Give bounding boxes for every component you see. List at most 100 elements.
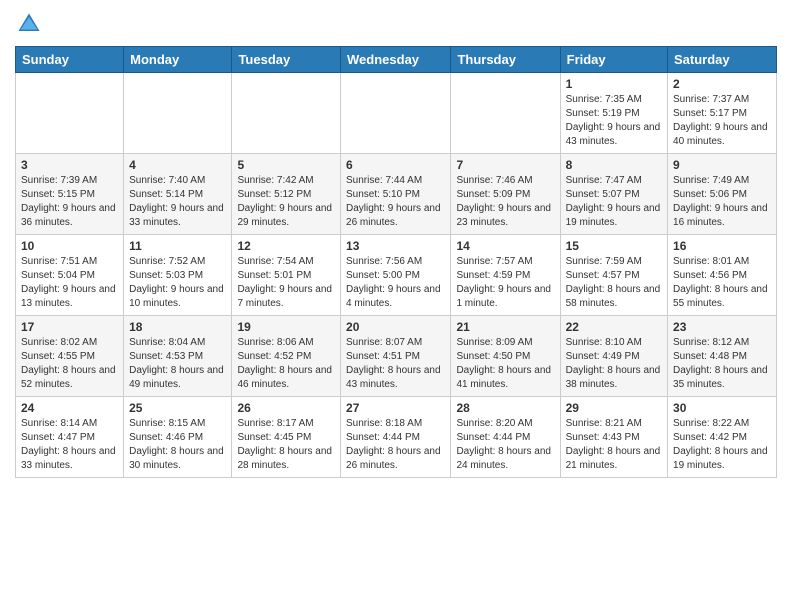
day-info: Sunrise: 7:52 AM Sunset: 5:03 PM Dayligh… [129, 255, 226, 311]
calendar-day-cell: 11 Sunrise: 7:52 AM Sunset: 5:03 PM Dayli… [124, 235, 232, 316]
day-number: 11 [129, 239, 226, 253]
day-number: 21 [456, 320, 554, 334]
day-of-week-header: Tuesday [232, 47, 341, 73]
calendar-day-cell: 14 Sunrise: 7:57 AM Sunset: 4:59 PM Dayli… [451, 235, 560, 316]
day-info: Sunrise: 7:46 AM Sunset: 5:09 PM Dayligh… [456, 174, 554, 230]
calendar-day-cell: 27 Sunrise: 8:18 AM Sunset: 4:44 PM Dayli… [341, 397, 451, 478]
day-number: 18 [129, 320, 226, 334]
header-row: SundayMondayTuesdayWednesdayThursdayFrid… [16, 47, 777, 73]
calendar-day-cell: 1 Sunrise: 7:35 AM Sunset: 5:19 PM Daylig… [560, 73, 667, 154]
calendar-day-cell: 15Sunrise: 7:59 AM Sunset: 4:57 PM Dayli… [560, 235, 667, 316]
calendar-day-cell: 22 Sunrise: 8:10 AM Sunset: 4:49 PM Dayli… [560, 316, 667, 397]
calendar-day-cell [124, 73, 232, 154]
calendar-day-cell: 10 Sunrise: 7:51 AM Sunset: 5:04 PM Dayli… [16, 235, 124, 316]
calendar-day-cell: 21 Sunrise: 8:09 AM Sunset: 4:50 PM Dayli… [451, 316, 560, 397]
day-of-week-header: Saturday [668, 47, 777, 73]
calendar-day-cell: 18Sunrise: 8:04 AM Sunset: 4:53 PM Dayli… [124, 316, 232, 397]
day-number: 2 [673, 77, 771, 91]
day-number: 7 [456, 158, 554, 172]
day-info: Sunrise: 7:54 AM Sunset: 5:01 PM Dayligh… [237, 255, 335, 311]
calendar: SundayMondayTuesdayWednesdayThursdayFrid… [15, 46, 777, 478]
day-number: 17 [21, 320, 118, 334]
calendar-header: SundayMondayTuesdayWednesdayThursdayFrid… [16, 47, 777, 73]
calendar-body: 1 Sunrise: 7:35 AM Sunset: 5:19 PM Daylig… [16, 73, 777, 478]
day-number: 10 [21, 239, 118, 253]
day-info: Sunrise: 8:18 AM Sunset: 4:44 PM Dayligh… [346, 417, 445, 473]
calendar-day-cell: 29 Sunrise: 8:21 AM Sunset: 4:43 PM Dayli… [560, 397, 667, 478]
day-info: Sunrise: 8:06 AM Sunset: 4:52 PM Dayligh… [237, 336, 335, 392]
calendar-day-cell: 9Sunrise: 7:49 AM Sunset: 5:06 PM Daylig… [668, 154, 777, 235]
calendar-day-cell: 6Sunrise: 7:44 AM Sunset: 5:10 PM Daylig… [341, 154, 451, 235]
day-number: 5 [237, 158, 335, 172]
day-number: 19 [237, 320, 335, 334]
calendar-day-cell: 8Sunrise: 7:47 AM Sunset: 5:07 PM Daylig… [560, 154, 667, 235]
calendar-day-cell: 24 Sunrise: 8:14 AM Sunset: 4:47 PM Dayli… [16, 397, 124, 478]
day-info: Sunrise: 8:10 AM Sunset: 4:49 PM Dayligh… [566, 336, 662, 392]
header [15, 10, 777, 38]
day-of-week-header: Sunday [16, 47, 124, 73]
day-info: Sunrise: 7:35 AM Sunset: 5:19 PM Dayligh… [566, 93, 662, 149]
day-of-week-header: Wednesday [341, 47, 451, 73]
calendar-day-cell: 5 Sunrise: 7:42 AM Sunset: 5:12 PM Daylig… [232, 154, 341, 235]
day-info: Sunrise: 7:39 AM Sunset: 5:15 PM Dayligh… [21, 174, 118, 230]
day-info: Sunrise: 7:49 AM Sunset: 5:06 PM Dayligh… [673, 174, 771, 230]
calendar-day-cell: 23Sunrise: 8:12 AM Sunset: 4:48 PM Dayli… [668, 316, 777, 397]
day-number: 30 [673, 401, 771, 415]
calendar-day-cell: 28 Sunrise: 8:20 AM Sunset: 4:44 PM Dayli… [451, 397, 560, 478]
day-info: Sunrise: 7:37 AM Sunset: 5:17 PM Dayligh… [673, 93, 771, 149]
day-number: 28 [456, 401, 554, 415]
day-number: 23 [673, 320, 771, 334]
day-info: Sunrise: 8:21 AM Sunset: 4:43 PM Dayligh… [566, 417, 662, 473]
day-number: 14 [456, 239, 554, 253]
day-number: 4 [129, 158, 226, 172]
calendar-day-cell: 19 Sunrise: 8:06 AM Sunset: 4:52 PM Dayli… [232, 316, 341, 397]
calendar-day-cell: 25Sunrise: 8:15 AM Sunset: 4:46 PM Dayli… [124, 397, 232, 478]
day-info: Sunrise: 8:22 AM Sunset: 4:42 PM Dayligh… [673, 417, 771, 473]
calendar-day-cell [341, 73, 451, 154]
day-number: 3 [21, 158, 118, 172]
day-info: Sunrise: 7:42 AM Sunset: 5:12 PM Dayligh… [237, 174, 335, 230]
day-number: 8 [566, 158, 662, 172]
day-number: 15 [566, 239, 662, 253]
day-number: 24 [21, 401, 118, 415]
day-number: 1 [566, 77, 662, 91]
logo [15, 10, 45, 38]
day-info: Sunrise: 7:57 AM Sunset: 4:59 PM Dayligh… [456, 255, 554, 311]
day-info: Sunrise: 8:01 AM Sunset: 4:56 PM Dayligh… [673, 255, 771, 311]
day-number: 22 [566, 320, 662, 334]
calendar-day-cell: 16 Sunrise: 8:01 AM Sunset: 4:56 PM Dayli… [668, 235, 777, 316]
day-info: Sunrise: 8:14 AM Sunset: 4:47 PM Dayligh… [21, 417, 118, 473]
calendar-day-cell: 30 Sunrise: 8:22 AM Sunset: 4:42 PM Dayli… [668, 397, 777, 478]
day-number: 20 [346, 320, 445, 334]
calendar-week-row: 10 Sunrise: 7:51 AM Sunset: 5:04 PM Dayli… [16, 235, 777, 316]
calendar-day-cell: 20 Sunrise: 8:07 AM Sunset: 4:51 PM Dayli… [341, 316, 451, 397]
page-container: SundayMondayTuesdayWednesdayThursdayFrid… [0, 0, 792, 488]
day-info: Sunrise: 8:09 AM Sunset: 4:50 PM Dayligh… [456, 336, 554, 392]
day-info: Sunrise: 8:20 AM Sunset: 4:44 PM Dayligh… [456, 417, 554, 473]
day-number: 12 [237, 239, 335, 253]
day-info: Sunrise: 7:51 AM Sunset: 5:04 PM Dayligh… [21, 255, 118, 311]
calendar-week-row: 24 Sunrise: 8:14 AM Sunset: 4:47 PM Dayli… [16, 397, 777, 478]
calendar-day-cell: 2 Sunrise: 7:37 AM Sunset: 5:17 PM Daylig… [668, 73, 777, 154]
calendar-day-cell: 7 Sunrise: 7:46 AM Sunset: 5:09 PM Daylig… [451, 154, 560, 235]
logo-icon [15, 10, 43, 38]
day-number: 16 [673, 239, 771, 253]
day-of-week-header: Thursday [451, 47, 560, 73]
calendar-week-row: 1 Sunrise: 7:35 AM Sunset: 5:19 PM Daylig… [16, 73, 777, 154]
day-info: Sunrise: 8:17 AM Sunset: 4:45 PM Dayligh… [237, 417, 335, 473]
day-of-week-header: Monday [124, 47, 232, 73]
day-number: 13 [346, 239, 445, 253]
day-info: Sunrise: 7:40 AM Sunset: 5:14 PM Dayligh… [129, 174, 226, 230]
day-number: 25 [129, 401, 226, 415]
day-info: Sunrise: 8:07 AM Sunset: 4:51 PM Dayligh… [346, 336, 445, 392]
calendar-day-cell: 4 Sunrise: 7:40 AM Sunset: 5:14 PM Daylig… [124, 154, 232, 235]
day-number: 27 [346, 401, 445, 415]
day-info: Sunrise: 8:02 AM Sunset: 4:55 PM Dayligh… [21, 336, 118, 392]
calendar-day-cell: 12 Sunrise: 7:54 AM Sunset: 5:01 PM Dayli… [232, 235, 341, 316]
day-number: 29 [566, 401, 662, 415]
day-info: Sunrise: 7:56 AM Sunset: 5:00 PM Dayligh… [346, 255, 445, 311]
calendar-day-cell [16, 73, 124, 154]
calendar-day-cell: 26Sunrise: 8:17 AM Sunset: 4:45 PM Dayli… [232, 397, 341, 478]
calendar-day-cell: 3 Sunrise: 7:39 AM Sunset: 5:15 PM Daylig… [16, 154, 124, 235]
day-info: Sunrise: 7:44 AM Sunset: 5:10 PM Dayligh… [346, 174, 445, 230]
